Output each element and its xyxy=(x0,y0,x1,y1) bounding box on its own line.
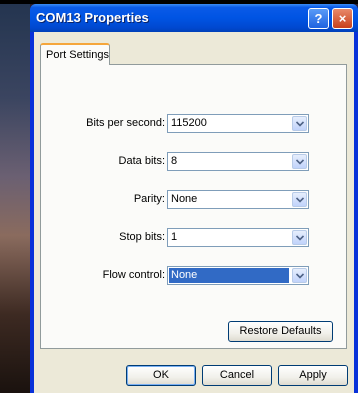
close-icon: × xyxy=(338,11,347,26)
data-bits-label: Data bits: xyxy=(118,155,165,167)
help-icon: ? xyxy=(314,11,323,26)
properties-dialog: COM13 Properties ? × Port Settings Bits … xyxy=(30,4,358,393)
data-bits-select[interactable]: 8 xyxy=(167,152,309,171)
apply-button[interactable]: Apply xyxy=(278,365,348,386)
chevron-down-icon[interactable] xyxy=(292,116,307,131)
data-bits-value: 8 xyxy=(171,155,178,167)
flow-control-label: Flow control: xyxy=(102,269,165,281)
chevron-down-icon[interactable] xyxy=(292,268,307,283)
chevron-down-icon[interactable] xyxy=(292,192,307,207)
port-settings-panel: Bits per second: 115200 Data bits: 8 Par… xyxy=(40,64,347,349)
title-bar[interactable]: COM13 Properties ? × xyxy=(30,4,358,32)
stop-bits-label: Stop bits: xyxy=(119,231,165,243)
parity-value: None xyxy=(171,193,198,205)
help-button[interactable]: ? xyxy=(308,8,329,29)
stop-bits-value: 1 xyxy=(171,231,178,243)
dialog-client-area: Port Settings Bits per second: 115200 Da… xyxy=(34,32,354,393)
ok-button[interactable]: OK xyxy=(126,365,196,386)
parity-label: Parity: xyxy=(133,193,165,205)
flow-control-value: None xyxy=(169,268,289,283)
window-title: COM13 Properties xyxy=(36,10,149,25)
bits-per-second-label: Bits per second: xyxy=(86,117,165,129)
parity-select[interactable]: None xyxy=(167,190,309,209)
cancel-button[interactable]: Cancel xyxy=(202,365,272,386)
close-button[interactable]: × xyxy=(332,8,353,29)
chevron-down-icon[interactable] xyxy=(292,230,307,245)
tab-label: Port Settings xyxy=(46,49,109,61)
chevron-down-icon[interactable] xyxy=(292,154,307,169)
tab-port-settings[interactable]: Port Settings xyxy=(40,43,110,65)
restore-defaults-button[interactable]: Restore Defaults xyxy=(228,321,333,342)
flow-control-select[interactable]: None xyxy=(167,266,309,285)
desktop-background xyxy=(0,0,30,393)
stop-bits-select[interactable]: 1 xyxy=(167,228,309,247)
bits-per-second-value: 115200 xyxy=(171,117,207,129)
bits-per-second-select[interactable]: 115200 xyxy=(167,114,309,133)
